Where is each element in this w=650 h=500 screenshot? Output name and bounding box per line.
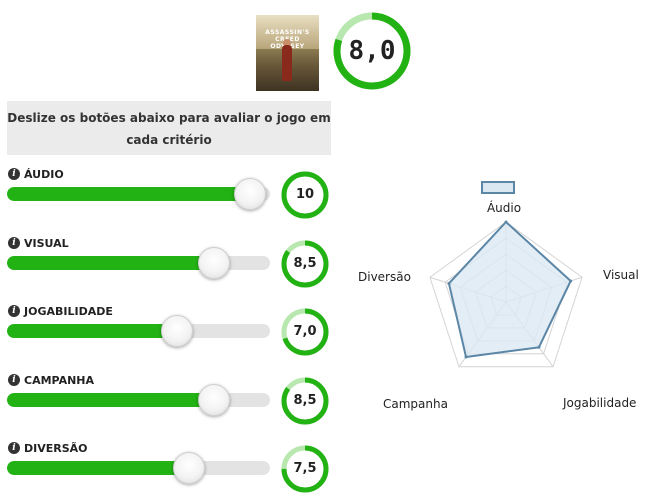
criterion-row-jogabilidade: i JOGABILIDADE 7,0	[0, 303, 340, 363]
info-icon[interactable]: i	[8, 374, 20, 386]
criterion-row-audio: i ÁUDIO 10	[0, 166, 340, 226]
criterion-score-ring: 7,5	[280, 444, 330, 494]
slider-handle[interactable]	[161, 315, 194, 347]
criterion-label-line: i ÁUDIO	[8, 166, 64, 182]
criterion-label: DIVERSÃO	[24, 441, 88, 455]
legend-swatch	[481, 181, 515, 194]
criterion-score-value: 8,5	[293, 256, 317, 271]
slider-track[interactable]	[7, 256, 270, 270]
criterion-row-campanha: i CAMPANHA 8,5	[0, 372, 340, 432]
criterion-score-ring: 8,5	[280, 376, 330, 426]
criterion-score-ring: 7,0	[280, 307, 330, 357]
slider-handle[interactable]	[197, 247, 230, 279]
info-icon[interactable]: i	[8, 305, 20, 317]
radar-point	[447, 281, 451, 285]
radar-chart-svg: Áudio Visual Jogabilidade Campanha Diversão	[358, 181, 639, 411]
criterion-label: JOGABILIDADE	[24, 304, 113, 318]
criterion-label: VISUAL	[24, 236, 69, 250]
slider-fill	[7, 461, 190, 475]
slider-handle[interactable]	[197, 384, 230, 416]
criterion-label-line: i VISUAL	[8, 235, 69, 251]
criterion-label-line: i DIVERSÃO	[8, 440, 88, 456]
slider-handle[interactable]	[173, 452, 206, 484]
radar-point	[464, 355, 468, 359]
radar-axis-label: Áudio	[487, 200, 521, 215]
slider-fill	[7, 256, 214, 270]
slider-fill	[7, 324, 178, 338]
info-icon[interactable]: i	[8, 237, 20, 249]
criterion-label-line: i CAMPANHA	[8, 372, 94, 388]
radar-point	[569, 279, 573, 283]
criterion-label: ÁUDIO	[24, 167, 64, 181]
game-cover-image: ASSASSIN'S CREED ODYSSEY	[256, 15, 319, 91]
criterion-row-visual: i VISUAL 8,5	[0, 235, 340, 295]
criterion-score-ring: 8,5	[280, 239, 330, 289]
criterion-score-value: 10	[295, 187, 315, 202]
criterion-row-diversao: i DIVERSÃO 7,5	[0, 440, 340, 500]
radar-point	[504, 220, 508, 224]
criterion-score-ring: 10	[280, 170, 330, 220]
criterion-score-value: 7,5	[293, 461, 317, 476]
slider-track[interactable]	[7, 393, 270, 407]
slider-handle[interactable]	[234, 178, 266, 210]
cover-figure	[282, 45, 292, 81]
overall-score-value: 8,0	[348, 36, 396, 66]
slider-track[interactable]	[7, 324, 270, 338]
info-icon[interactable]: i	[8, 168, 20, 180]
radar-axis-label: Campanha	[383, 397, 448, 411]
criterion-label: CAMPANHA	[24, 373, 95, 387]
radar-axis-label: Visual	[603, 268, 639, 282]
instructions-text: Deslize os botões abaixo para avaliar o …	[7, 101, 331, 155]
radar-point	[537, 345, 541, 349]
slider-fill	[7, 187, 250, 201]
radar-axis-label: Diversão	[358, 270, 411, 284]
criterion-score-value: 7,0	[293, 324, 317, 339]
slider-track[interactable]	[7, 187, 270, 201]
radar-series-area	[447, 220, 572, 359]
radar-chart: Áudio Visual Jogabilidade Campanha Diversão	[350, 175, 650, 420]
slider-fill	[7, 393, 214, 407]
criterion-label-line: i JOGABILIDADE	[8, 303, 113, 319]
info-icon[interactable]: i	[8, 442, 20, 454]
overall-score-ring: 8,0	[332, 11, 412, 91]
criterion-score-value: 8,5	[293, 393, 317, 408]
slider-track[interactable]	[7, 461, 270, 475]
radar-axis-label: Jogabilidade	[562, 396, 636, 410]
